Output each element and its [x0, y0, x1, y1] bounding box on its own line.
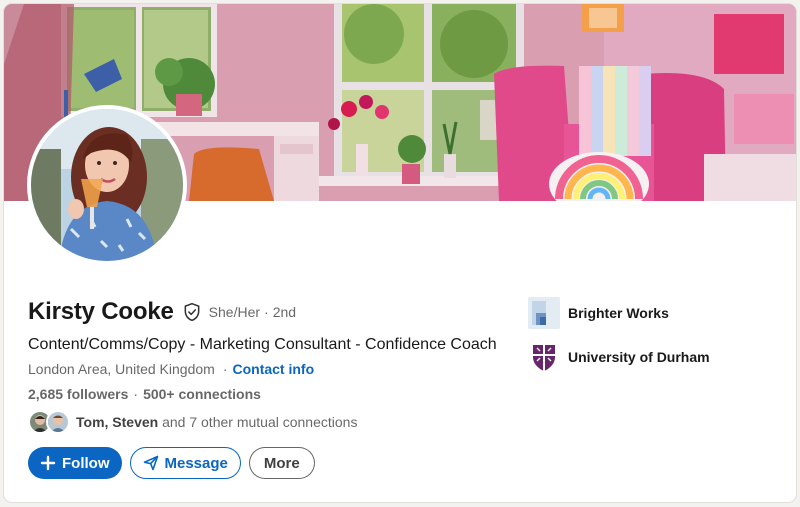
name-row: Kirsty Cooke She/Her · 2nd	[28, 298, 296, 326]
pronouns: She/Her	[208, 304, 261, 320]
followers-count[interactable]: 2,685 followers	[28, 386, 128, 402]
org-name: Brighter Works	[568, 305, 669, 321]
profile-organizations: Brighter Works University of Durham	[528, 296, 710, 384]
org-item-brighter-works[interactable]: Brighter Works	[528, 296, 710, 330]
mutual-names: Tom, Steven	[76, 414, 159, 430]
message-button[interactable]: Message	[129, 447, 241, 479]
profile-actions: Follow Message More	[28, 447, 315, 479]
contact-info-link[interactable]: Contact info	[232, 361, 314, 377]
mutual-rest: and 7 other mutual connections	[162, 414, 358, 430]
separator-dot: ·	[133, 386, 139, 402]
connection-degree: 2nd	[272, 304, 297, 320]
message-label: Message	[164, 454, 228, 472]
profile-headline: Content/Comms/Copy - Marketing Consultan…	[28, 336, 497, 353]
more-label: More	[263, 454, 300, 472]
mutual-connections[interactable]: Tom, Steven and 7 other mutual connectio…	[28, 407, 357, 437]
profile-card: Kirsty Cooke She/Her · 2nd Content/Comms…	[4, 4, 796, 502]
durham-crest-logo	[528, 341, 560, 373]
org-item-university-of-durham[interactable]: University of Durham	[528, 340, 710, 374]
brighter-works-logo	[528, 297, 560, 329]
network-stats: 2,685 followers · 500+ connections	[28, 386, 261, 402]
plus-icon	[40, 455, 56, 471]
location-row: London Area, United Kingdom · Contact in…	[28, 361, 314, 377]
verified-shield-icon[interactable]	[182, 302, 202, 322]
follow-button[interactable]: Follow	[28, 447, 122, 479]
mutual-avatar	[46, 410, 70, 434]
profile-name: Kirsty Cooke	[28, 298, 174, 325]
connections-count[interactable]: 500+ connections	[143, 386, 261, 402]
org-name: University of Durham	[568, 349, 710, 365]
separator-dot: ·	[264, 304, 269, 320]
send-icon	[143, 455, 159, 471]
profile-location: London Area, United Kingdom	[28, 361, 215, 377]
avatar-image	[31, 109, 183, 261]
mutual-connections-text: Tom, Steven and 7 other mutual connectio…	[76, 414, 357, 430]
follow-label: Follow	[62, 454, 110, 472]
more-button[interactable]: More	[248, 447, 315, 479]
separator-dot: ·	[222, 361, 228, 377]
profile-photo[interactable]	[27, 105, 187, 265]
